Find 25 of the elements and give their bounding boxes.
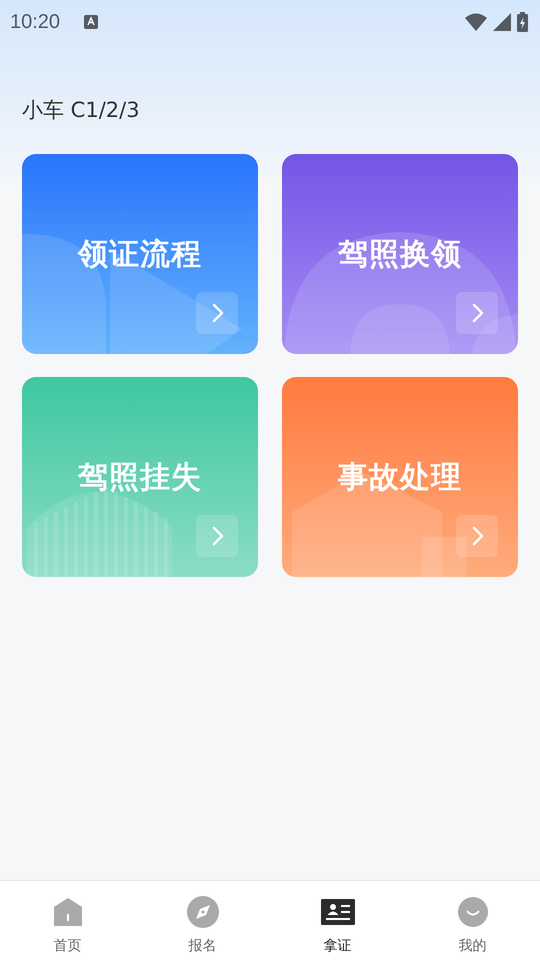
chevron-right-icon[interactable] xyxy=(196,515,238,557)
keyboard-icon xyxy=(84,15,98,29)
card-title: 事故处理 xyxy=(338,458,462,496)
wifi-icon xyxy=(465,13,487,31)
compass-icon xyxy=(186,896,218,928)
signal-icon xyxy=(493,13,511,31)
page-title: 小车 C1/2/3 xyxy=(22,97,140,124)
card-title: 驾照换领 xyxy=(338,236,462,274)
nav-tab[interactable]: 报名 xyxy=(135,881,270,960)
battery-icon xyxy=(517,12,528,32)
person-icon xyxy=(458,897,488,927)
status-time: 10:20 xyxy=(10,10,60,34)
home-icon xyxy=(52,897,82,927)
card-title: 驾照挂失 xyxy=(78,458,202,496)
card-title: 领证流程 xyxy=(78,236,202,274)
id-card-icon xyxy=(320,899,354,925)
feature-card[interactable]: 驾照换领 xyxy=(282,154,518,354)
square-shape xyxy=(422,537,467,577)
chevron-right-icon[interactable] xyxy=(456,515,498,557)
chevron-right-icon[interactable] xyxy=(456,292,498,334)
chevron-right-icon[interactable] xyxy=(196,292,238,334)
nav-tab[interactable]: 首页 xyxy=(0,881,135,960)
feature-card[interactable]: 领证流程 xyxy=(22,154,258,354)
nav-tab[interactable]: 拿证 xyxy=(270,881,405,960)
nav-tab[interactable]: 我的 xyxy=(405,881,540,960)
